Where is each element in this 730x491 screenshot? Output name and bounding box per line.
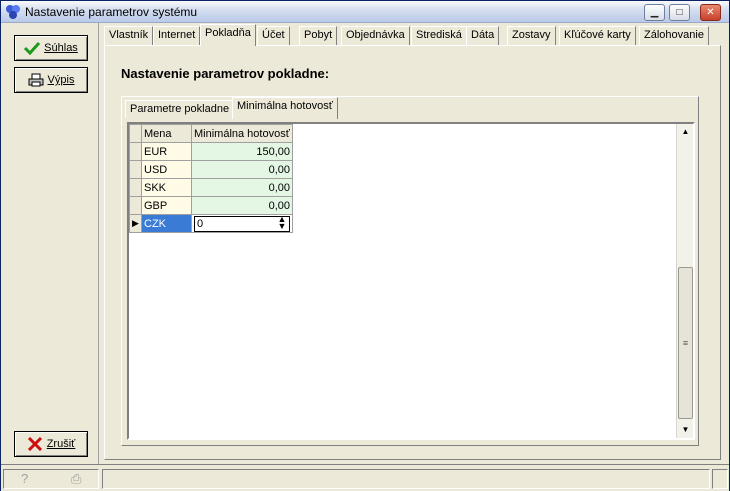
print-button-label: Výpis	[47, 74, 75, 86]
tab-strediska[interactable]: Strediská	[411, 26, 467, 45]
left-button-panel: Súhlas Výpis Zrušiť	[1, 23, 99, 464]
row-indicator[interactable]	[129, 160, 142, 179]
row-indicator[interactable]	[129, 196, 142, 215]
current-row-indicator[interactable]: ▶	[129, 214, 142, 233]
checkmark-icon	[24, 41, 41, 55]
spin-icon[interactable]: ▲ ▼	[275, 215, 289, 231]
table-row[interactable]: SKK 0,00	[129, 178, 293, 197]
tab-minimalna-hotovost[interactable]: Minimálna hotovosť	[232, 97, 338, 119]
scroll-thumb[interactable]: ≡	[678, 267, 693, 419]
tab-internet[interactable]: Internet	[153, 26, 201, 45]
status-bar: ? ⎙	[1, 464, 729, 491]
currency-cell[interactable]: EUR	[141, 142, 192, 161]
status-cell-message	[102, 469, 710, 489]
tab-zalohovanie[interactable]: Zálohovanie	[639, 26, 709, 45]
currency-cell[interactable]: CZK	[141, 214, 192, 233]
tab-pobyt[interactable]: Pobyt	[299, 26, 338, 45]
amount-cell[interactable]: 150,00	[191, 142, 293, 161]
tab-zostavy[interactable]: Zostavy	[507, 26, 556, 45]
column-header-minimalna-hotovost[interactable]: Minimálna hotovosť	[191, 124, 293, 143]
tab-objednavka[interactable]: Objednávka	[341, 26, 410, 45]
status-cell-icons	[3, 469, 99, 489]
cancel-button-label: Zrušiť	[46, 438, 76, 450]
red-x-icon	[27, 437, 42, 451]
currency-cell[interactable]: GBP	[141, 196, 192, 215]
close-button[interactable]: ✕	[700, 4, 721, 21]
currency-cell[interactable]: USD	[141, 160, 192, 179]
amount-cell[interactable]: 0,00	[191, 160, 293, 179]
tab-parametre-pokladne[interactable]: Parametre pokladne	[125, 100, 235, 118]
page-heading: Nastavenie parametrov pokladne:	[121, 66, 330, 81]
row-indicator-header	[129, 124, 142, 143]
table-row-selected[interactable]: ▶ CZK ▲▼	[129, 214, 293, 233]
minimize-button[interactable]: ▁	[644, 4, 665, 21]
tab-vlastnik[interactable]: Vlastník	[104, 26, 154, 45]
printer-status-icon[interactable]: ⎙	[71, 471, 81, 487]
scroll-down-icon[interactable]: ▼	[678, 422, 693, 438]
row-indicator[interactable]	[129, 178, 142, 197]
cancel-button[interactable]: Zrušiť	[14, 431, 88, 457]
settings-window: Nastavenie parametrov systému ▁ □ ✕ Súhl…	[0, 0, 730, 491]
amount-cell[interactable]: 0,00	[191, 178, 293, 197]
table-row[interactable]: EUR 150,00	[129, 142, 293, 161]
window-title: Nastavenie parametrov systému	[25, 5, 198, 19]
amount-edit-cell[interactable]: ▲▼	[191, 214, 293, 233]
tab-data[interactable]: Dáta	[466, 26, 500, 45]
vertical-scrollbar[interactable]: ▲ ≡ ▼	[676, 124, 693, 438]
print-button[interactable]: Výpis	[14, 67, 88, 93]
tab-ucet[interactable]: Účet	[257, 26, 290, 45]
amount-cell[interactable]: 0,00	[191, 196, 293, 215]
row-indicator[interactable]	[129, 142, 142, 161]
tab-pokladna[interactable]: Pokladňa	[200, 24, 256, 46]
tab-klucove-karty[interactable]: Kľúčové karty	[559, 26, 636, 45]
grid-table: Mena Minimálna hotovosť EUR 150,00 USD 0…	[129, 124, 293, 233]
title-bar[interactable]: Nastavenie parametrov systému ▁ □ ✕	[1, 1, 729, 23]
scroll-up-icon[interactable]: ▲	[678, 124, 693, 140]
ok-button[interactable]: Súhlas	[14, 35, 88, 61]
printer-icon	[28, 73, 44, 87]
table-row[interactable]: GBP 0,00	[129, 196, 293, 215]
status-cell-grip	[712, 469, 728, 489]
column-header-mena[interactable]: Mena	[141, 124, 192, 143]
maximize-button[interactable]: □	[669, 4, 690, 21]
help-icon[interactable]: ?	[21, 471, 28, 486]
currency-cell[interactable]: SKK	[141, 178, 192, 197]
ok-button-label: Súhlas	[44, 42, 78, 54]
table-row[interactable]: USD 0,00	[129, 160, 293, 179]
currency-grid: Mena Minimálna hotovosť EUR 150,00 USD 0…	[127, 122, 695, 440]
app-icon	[6, 5, 20, 19]
grid-header-row: Mena Minimálna hotovosť	[129, 124, 293, 143]
